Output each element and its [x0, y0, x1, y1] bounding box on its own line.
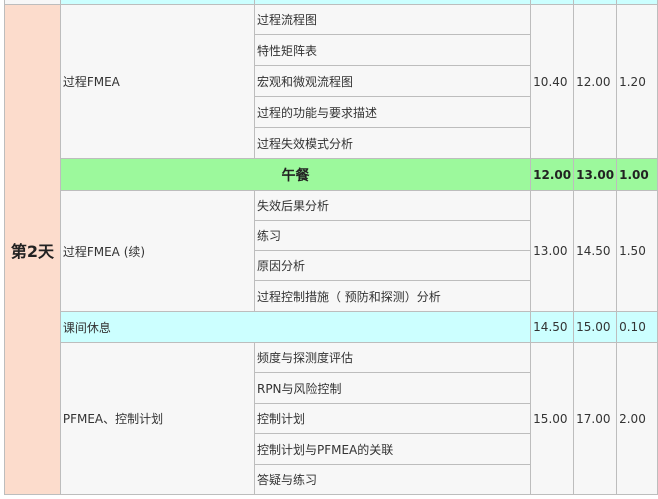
start-time: 10.40 [530, 4, 575, 159]
end-time: 17.00 [573, 342, 618, 495]
break-row: 课间休息 14.50 15.00 0.10 [5, 311, 658, 343]
topic-cell: 过程FMEA [59, 4, 255, 159]
lunch-start: 12.00 [530, 158, 575, 191]
lunch-row: 午餐 12.00 13.00 1.00 [5, 158, 658, 191]
start-time: 15.00 [530, 342, 575, 495]
topic-cell: 过程FMEA (续) [59, 190, 255, 312]
list-item: 过程失效模式分析 [253, 127, 532, 159]
list-item: 控制计划与PFMEA的关联 [253, 433, 532, 465]
topic-cell: PFMEA、控制计划 [59, 342, 255, 495]
list-item: 答疑与练习 [253, 464, 532, 495]
schedule-table: 第2天 过程FMEA 过程流程图 10.40 12.00 1.20 特性矩阵表 … [4, 0, 658, 495]
list-item: 过程的功能与要求描述 [253, 96, 532, 128]
list-item: 特性矩阵表 [253, 34, 532, 66]
list-item: 宏观和微观流程图 [253, 65, 532, 97]
list-item: 练习 [253, 220, 532, 251]
schedule-page: 第2天 过程FMEA 过程流程图 10.40 12.00 1.20 特性矩阵表 … [0, 0, 658, 499]
list-item: 频度与探测度评估 [253, 342, 532, 373]
break-start: 14.50 [530, 311, 575, 343]
end-time: 12.00 [573, 4, 618, 159]
break-end: 15.00 [573, 311, 618, 343]
lunch-duration: 1.00 [616, 158, 658, 191]
lunch-label: 午餐 [59, 158, 532, 191]
table-row: 第2天 过程FMEA 过程流程图 10.40 12.00 1.20 [4, 4, 658, 495]
table-row: PFMEA、控制计划 频度与探测度评估 15.00 17.00 2.00 [5, 342, 658, 495]
duration: 1.20 [616, 4, 658, 159]
list-item: 过程流程图 [253, 4, 532, 35]
list-item: 控制计划 [253, 403, 532, 434]
table-row: 过程FMEA (续) 失效后果分析 13.00 14.50 1.50 [5, 190, 658, 312]
start-time: 13.00 [530, 190, 575, 312]
list-item: 失效后果分析 [253, 190, 532, 221]
list-item: RPN与风险控制 [253, 372, 532, 404]
duration: 2.00 [616, 342, 658, 495]
day-label: 第2天 [4, 4, 61, 495]
list-item: 过程控制措施（ 预防和探测）分析 [253, 280, 532, 312]
break-label: 课间休息 [59, 311, 532, 343]
duration: 1.50 [616, 190, 658, 312]
break-duration: 0.10 [616, 311, 658, 343]
list-item: 原因分析 [253, 250, 532, 281]
end-time: 14.50 [573, 190, 618, 312]
lunch-end: 13.00 [573, 158, 618, 191]
